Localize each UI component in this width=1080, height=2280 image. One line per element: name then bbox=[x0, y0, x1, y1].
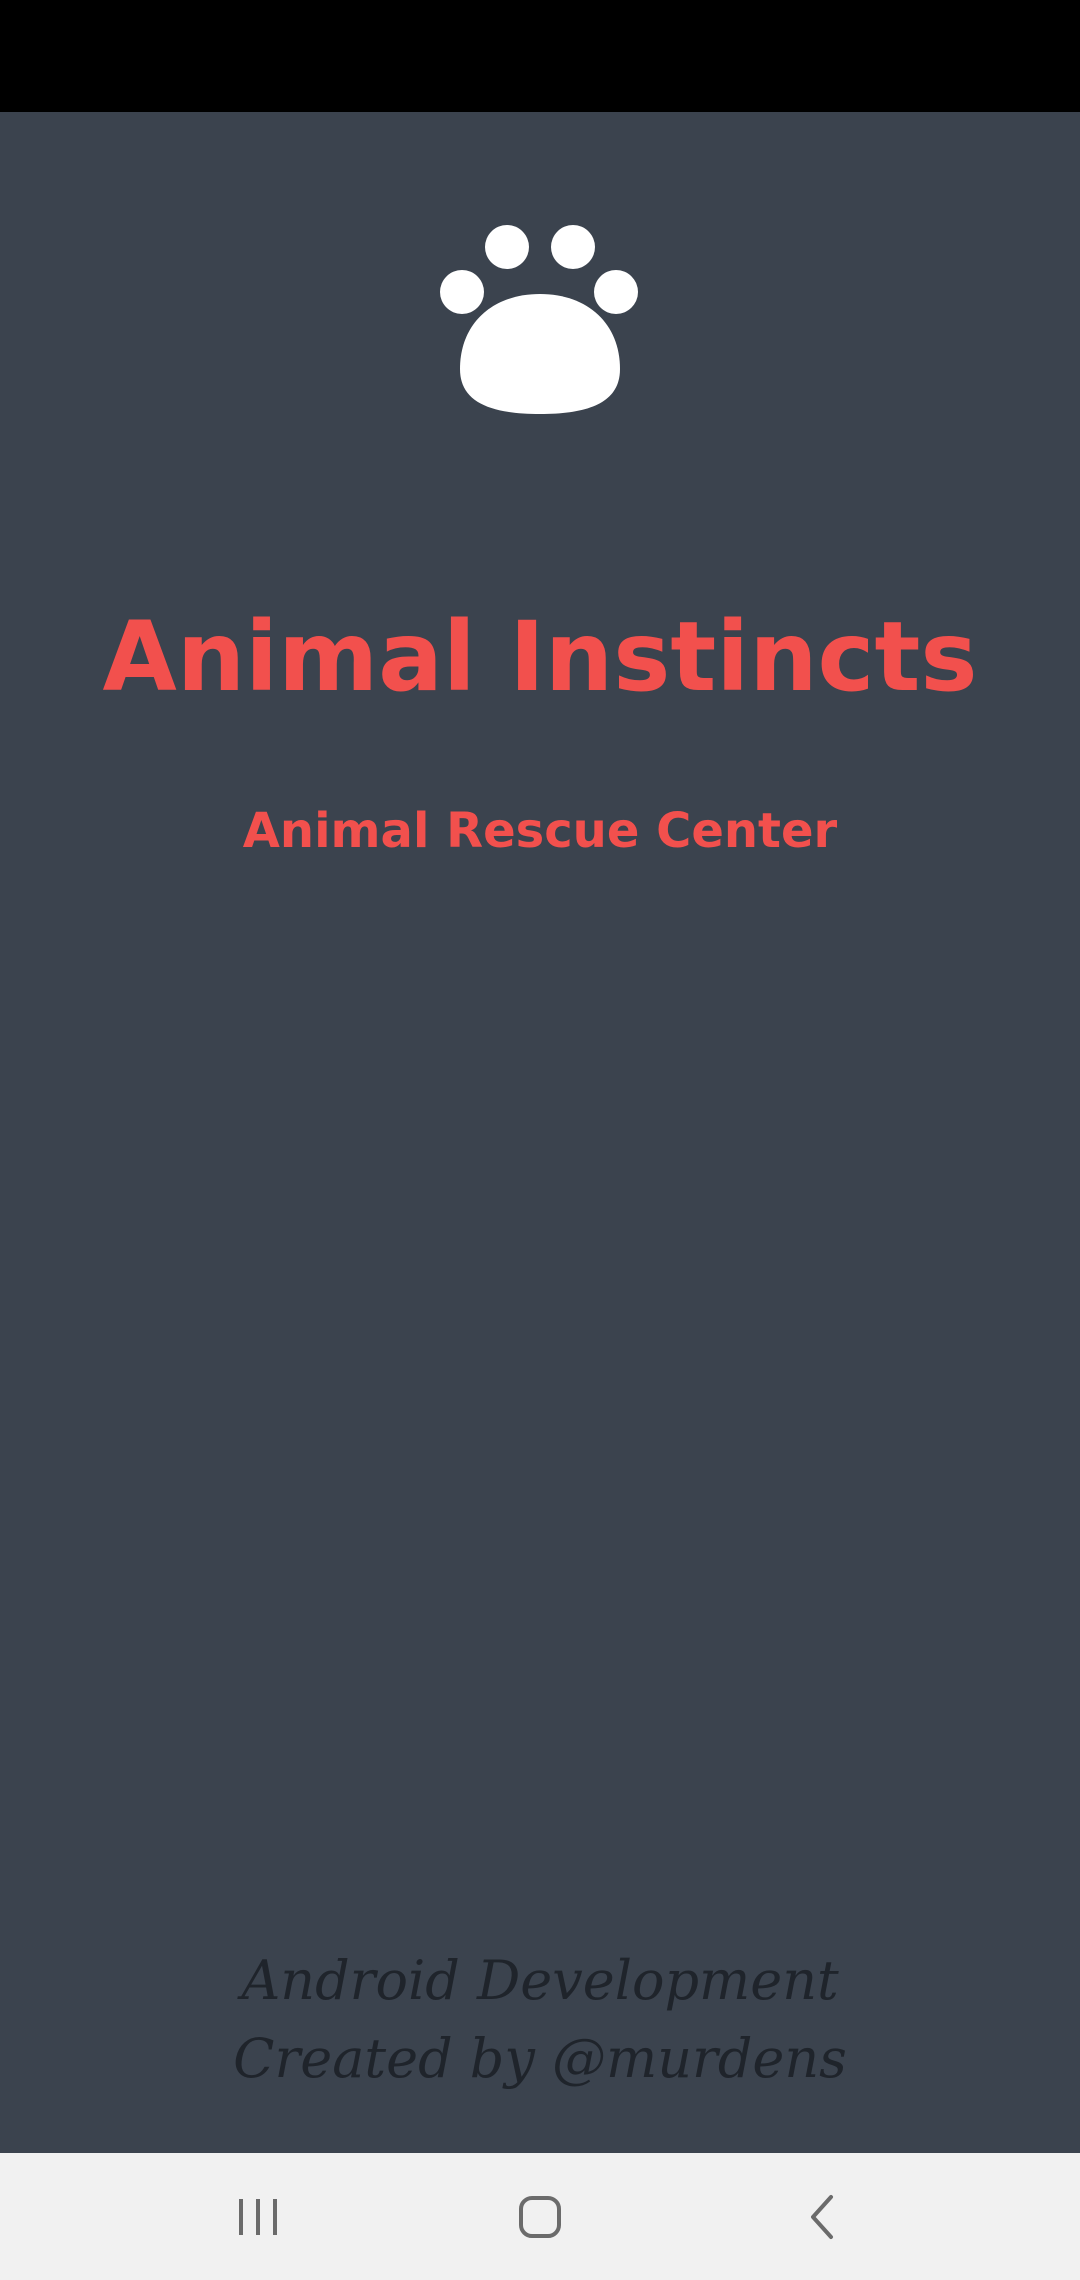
app-subtitle: Animal Rescue Center bbox=[242, 803, 838, 859]
credits-line-development: Android Development bbox=[241, 1949, 839, 2012]
splash-screen: Animal Instincts Animal Rescue Center An… bbox=[0, 112, 1080, 2153]
back-icon bbox=[811, 2194, 833, 2239]
home-icon bbox=[519, 2195, 561, 2238]
paw-icon bbox=[430, 204, 650, 424]
back-button[interactable] bbox=[752, 2153, 892, 2280]
app-title: Animal Instincts bbox=[102, 601, 978, 713]
credits: Android Development Created by @murdens bbox=[0, 1942, 1080, 2098]
system-navigation-bar bbox=[0, 2153, 1080, 2280]
home-button[interactable] bbox=[470, 2153, 610, 2280]
status-bar bbox=[0, 0, 1080, 112]
credits-line-author: Created by @murdens bbox=[233, 2027, 847, 2090]
recents-icon bbox=[239, 2198, 277, 2235]
recents-button[interactable] bbox=[188, 2153, 328, 2280]
